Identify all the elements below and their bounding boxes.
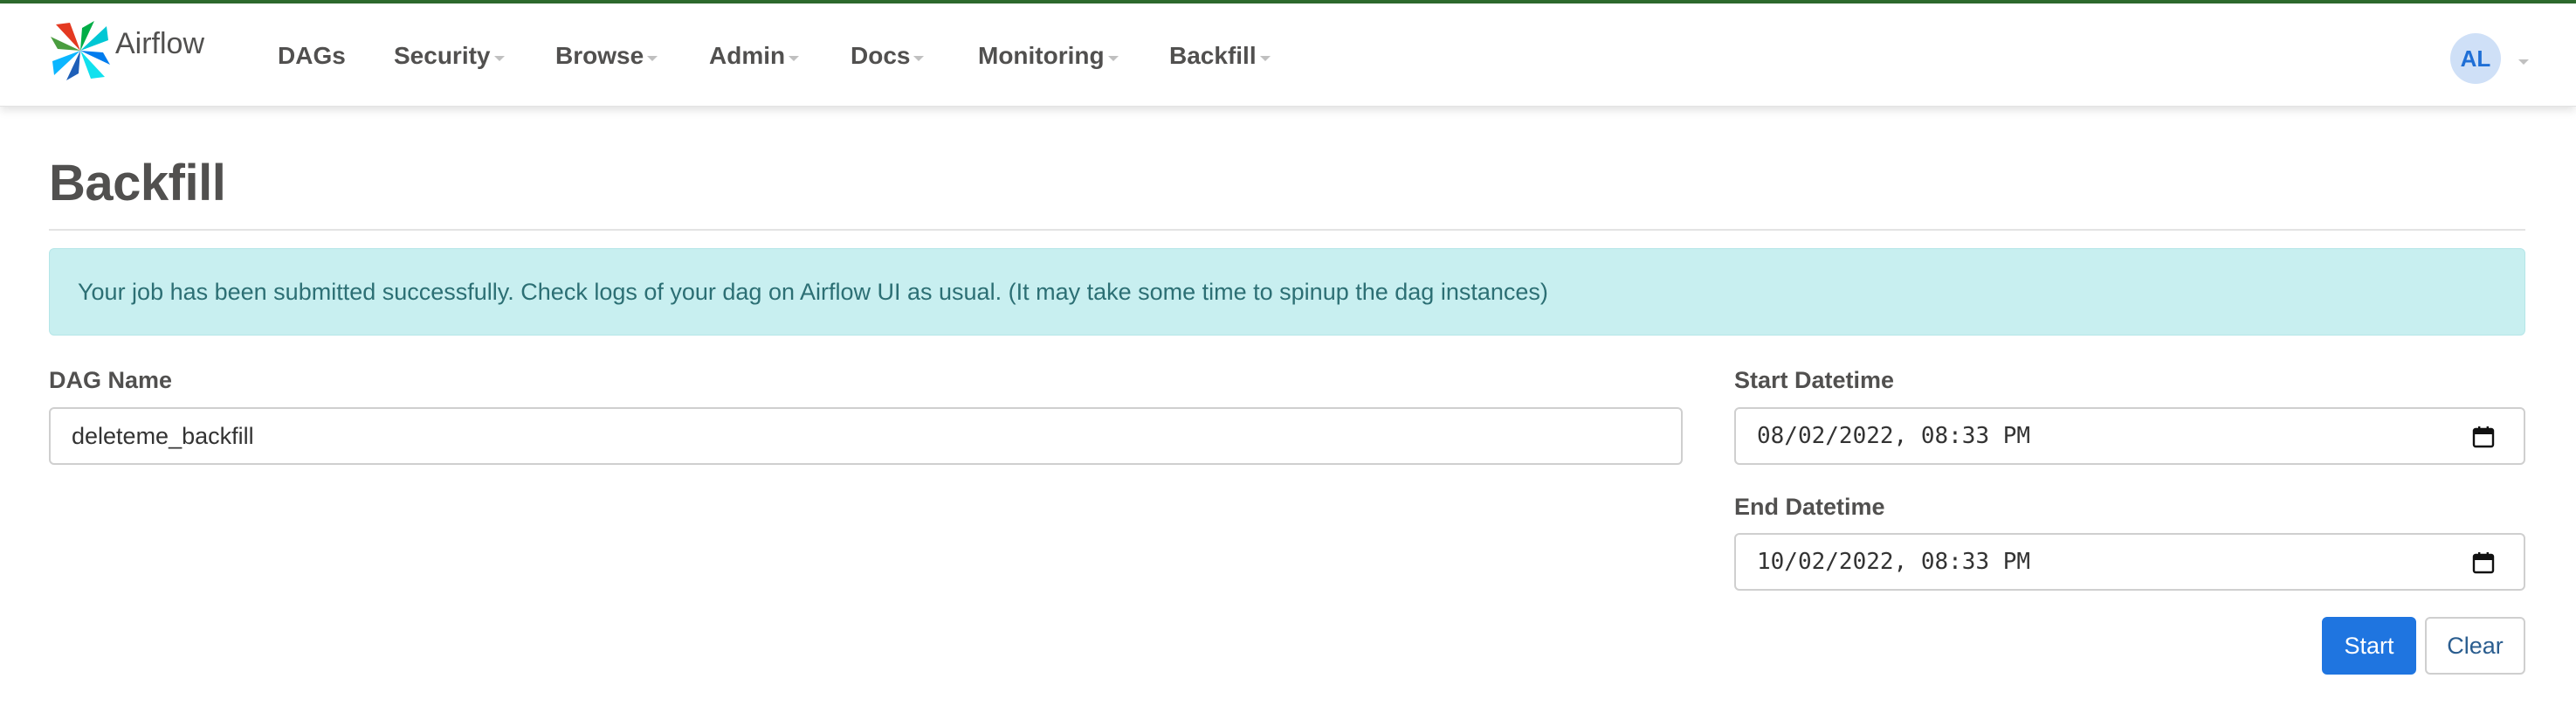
nav-item-label: Admin: [709, 42, 786, 69]
user-avatar[interactable]: AL: [2450, 33, 2501, 84]
nav-item-label: Monitoring: [978, 42, 1105, 69]
start-datetime-input[interactable]: 08/02/2022, 08:33 PM: [1734, 407, 2525, 465]
start-datetime-label: Start Datetime: [1734, 367, 1895, 393]
nav-item-backfill[interactable]: Backfill: [1169, 38, 1271, 73]
user-menu-caret-icon[interactable]: [2518, 59, 2529, 65]
clear-button[interactable]: Clear: [2425, 617, 2525, 675]
brand-name: Airflow: [115, 26, 205, 60]
title-divider: [49, 229, 2525, 231]
end-datetime-input[interactable]: 10/02/2022, 08:33 PM: [1734, 533, 2525, 591]
success-alert: Your job has been submitted successfully…: [49, 248, 2525, 336]
end-datetime-label: End Datetime: [1734, 494, 1885, 520]
nav-item-admin[interactable]: Admin: [709, 38, 800, 73]
airflow-pinwheel-icon: [51, 21, 110, 80]
nav-item-label: Browse: [555, 42, 644, 69]
nav-item-label: Docs: [851, 42, 911, 69]
brand-logo-link[interactable]: Airflow: [49, 19, 204, 82]
nav-item-monitoring[interactable]: Monitoring: [978, 38, 1119, 73]
dag-name-input[interactable]: deleteme_backfill: [49, 407, 1683, 465]
nav-item-browse[interactable]: Browse: [555, 38, 658, 73]
alert-message: Your job has been submitted successfully…: [78, 278, 1548, 305]
end-datetime-value: 10/02/2022, 08:33 PM: [1757, 549, 2031, 575]
caret-down-icon: [789, 56, 800, 61]
nav-item-security[interactable]: Security: [394, 38, 505, 73]
top-navbar: Airflow DAGs Security Browse Admin Docs …: [0, 3, 2576, 107]
dag-name-label: DAG Name: [49, 367, 173, 393]
calendar-icon[interactable]: [2471, 425, 2496, 449]
start-datetime-value: 08/02/2022, 08:33 PM: [1757, 423, 2031, 449]
page-title: Backfill: [49, 155, 226, 211]
nav-item-docs[interactable]: Docs: [851, 38, 925, 73]
caret-down-icon: [913, 56, 925, 61]
calendar-icon[interactable]: [2471, 550, 2496, 575]
caret-down-icon: [647, 56, 658, 61]
caret-down-icon: [493, 56, 505, 61]
nav-item-label: DAGs: [278, 42, 346, 69]
caret-down-icon: [1259, 56, 1271, 61]
start-button[interactable]: Start: [2322, 617, 2416, 675]
nav-item-label: Backfill: [1169, 42, 1257, 69]
dag-name-value: deleteme_backfill: [72, 422, 254, 449]
nav-item-label: Security: [394, 42, 491, 69]
nav-item-dags[interactable]: DAGs: [278, 38, 346, 73]
caret-down-icon: [1107, 56, 1119, 61]
